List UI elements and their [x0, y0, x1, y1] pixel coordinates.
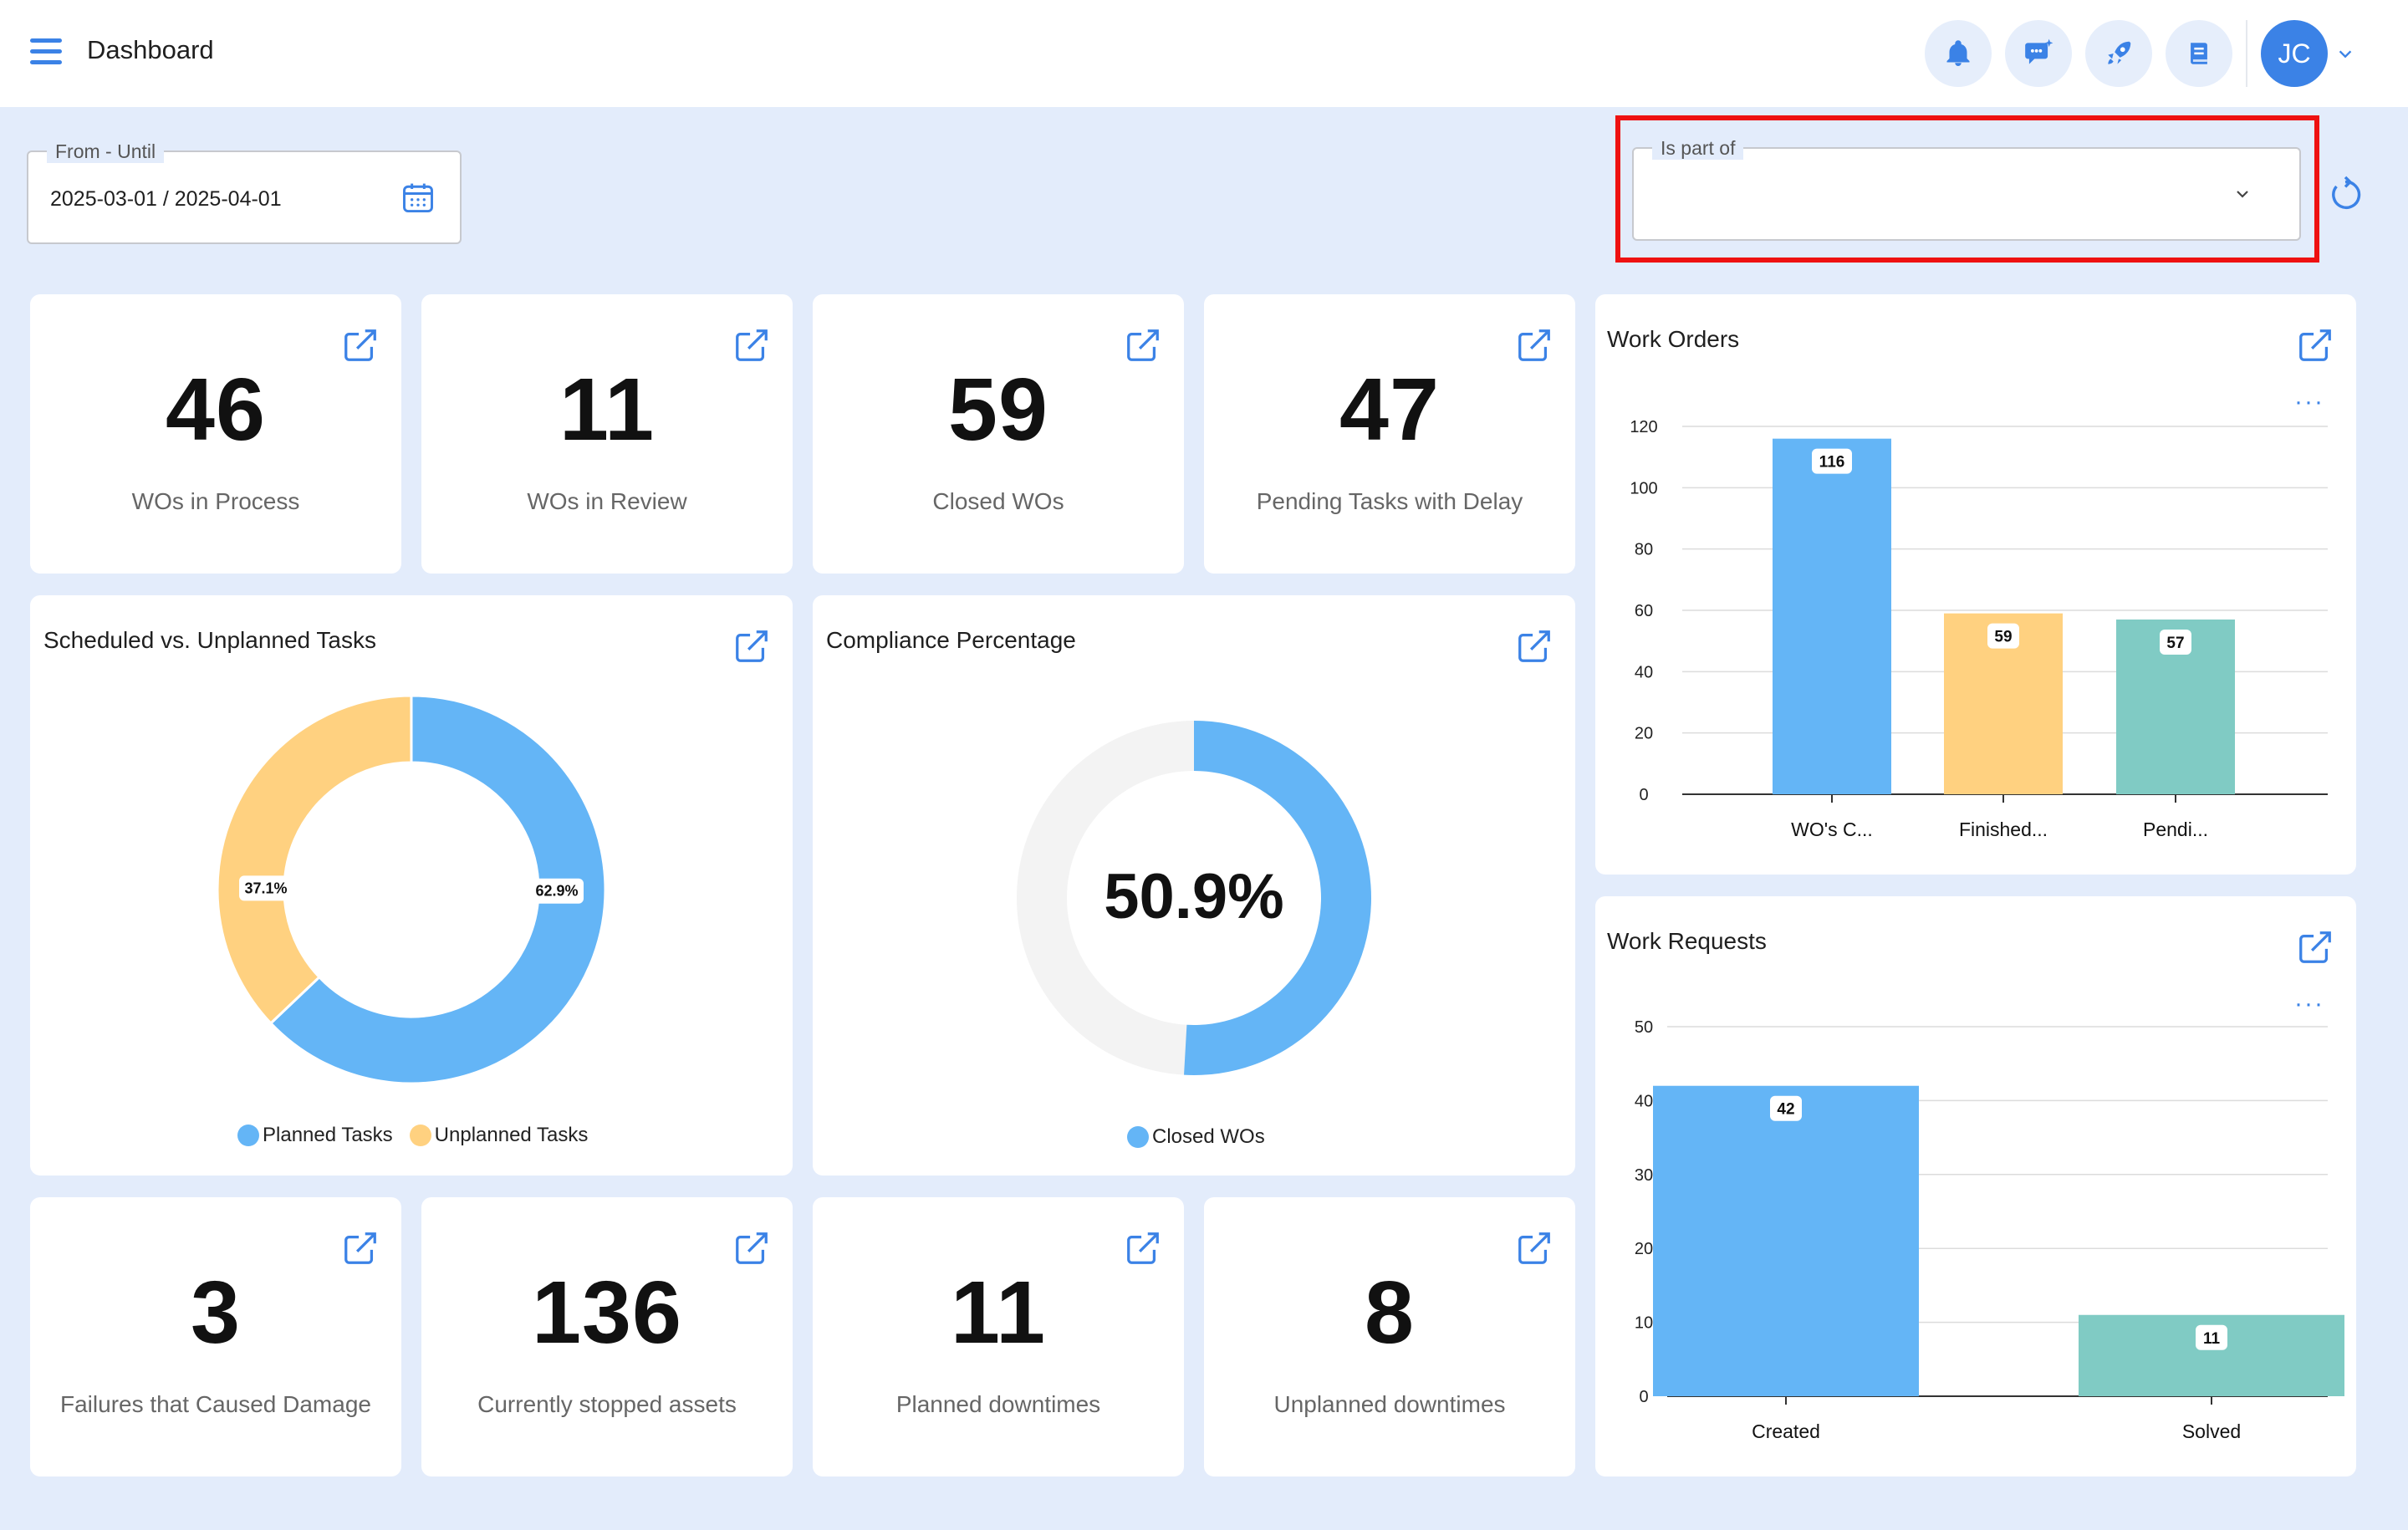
kpi-card-pending-tasks[interactable]: 47 Pending Tasks with Delay	[1204, 294, 1575, 574]
x-tick-label: Created	[1752, 1420, 1820, 1442]
kpi-label: Failures that Caused Damage	[60, 1391, 371, 1417]
kpi-label: Pending Tasks with Delay	[1256, 488, 1523, 514]
chevron-down-icon[interactable]	[2336, 45, 2354, 64]
date-range-value[interactable]: 2025-03-01 / 2025-04-01	[50, 187, 282, 212]
y-tick-label: 0	[1639, 1388, 1648, 1406]
kpi-card-wos-in-process[interactable]: 46 WOs in Process	[30, 294, 401, 574]
data-label-planned: 62.9%	[529, 878, 584, 904]
kpi-value: 3	[191, 1263, 241, 1362]
part-of-label: Is part of	[1652, 137, 1744, 160]
compliance-donut-chart: 50.9%	[1016, 721, 1371, 1075]
x-tick-label: Finished...	[1959, 819, 2048, 840]
kpi-value: 11	[559, 360, 656, 459]
legend-dot-planned	[237, 1125, 259, 1146]
work-orders-card: Work Orders ··· 0 20 40 60 80 100 120 116 WO's C…	[1595, 294, 2356, 875]
kpi-card-closed-wos[interactable]: 59 Closed WOs	[813, 294, 1184, 574]
kpi-value: 46	[166, 360, 266, 459]
data-label: 116	[1819, 454, 1845, 472]
legend-label-unplanned[interactable]: Unplanned Tasks	[435, 1124, 589, 1147]
y-tick-label: 20	[1635, 725, 1653, 743]
notifications-button[interactable]	[1925, 20, 1992, 87]
bar-1[interactable]	[1773, 438, 1891, 794]
date-range-label: From - Until	[47, 140, 165, 163]
compliance-card: Compliance Percentage 50.9% Closed WOs	[813, 595, 1575, 1176]
y-tick-label: 30	[1635, 1166, 1653, 1185]
date-range-field[interactable]: From - Until 2025-03-01 / 2025-04-01	[27, 140, 462, 244]
y-tick-label: 40	[1635, 663, 1653, 681]
page-title: Dashboard	[87, 35, 214, 64]
y-tick-label: 120	[1630, 418, 1657, 436]
kpi-card-planned-downtimes[interactable]: 11 Planned downtimes	[813, 1197, 1184, 1476]
data-label-planned-text: 62.9%	[535, 883, 578, 900]
work-orders-bar-chart: 0 20 40 60 80 100 120 116 WO's C... 59 Finished...…	[1630, 418, 2328, 840]
x-tick-label: WO's C...	[1791, 819, 1873, 840]
data-label: 42	[1777, 1101, 1794, 1119]
kpi-value: 47	[1339, 360, 1440, 459]
avatar-initials: JC	[2278, 38, 2311, 69]
chat-ai-button[interactable]	[2005, 20, 2072, 87]
kpi-label: WOs in Review	[527, 488, 687, 514]
bell-icon	[1946, 40, 1970, 66]
kpi-value: 59	[948, 360, 1048, 459]
kpi-card-stopped-assets[interactable]: 136 Currently stopped assets	[421, 1197, 793, 1476]
work-requests-card: Work Requests ··· 0 10 20 30 40 50 42 Created 11…	[1595, 896, 2356, 1476]
chart-legend: Planned Tasks Unplanned Tasks	[237, 1124, 588, 1147]
y-tick-label: 80	[1635, 541, 1653, 559]
kpi-label: WOs in Process	[131, 488, 300, 514]
x-tick-label: Solved	[2182, 1420, 2241, 1442]
legend-dot-closed	[1127, 1126, 1149, 1148]
refresh-icon[interactable]	[2326, 174, 2365, 216]
y-tick-label: 10	[1635, 1314, 1653, 1333]
y-tick-label: 100	[1630, 479, 1657, 497]
book-icon	[2191, 43, 2207, 64]
kpi-value: 11	[950, 1263, 1047, 1362]
kpi-card-failures-damage[interactable]: 3 Failures that Caused Damage	[30, 1197, 401, 1476]
y-tick-label: 60	[1635, 602, 1653, 620]
y-tick-label: 20	[1635, 1240, 1653, 1258]
donut-slice-unplanned[interactable]	[216, 694, 413, 1025]
data-label: 57	[2166, 635, 2184, 652]
data-label: 11	[2203, 1330, 2221, 1348]
docs-button[interactable]	[2166, 20, 2232, 87]
y-tick-label: 0	[1639, 786, 1648, 804]
kpi-card-unplanned-downtimes[interactable]: 8 Unplanned downtimes	[1204, 1197, 1575, 1476]
part-of-select[interactable]: Is part of	[1632, 137, 2301, 241]
kpi-card-wos-in-review[interactable]: 11 WOs in Review	[421, 294, 793, 574]
rocket-icon	[2108, 41, 2131, 64]
data-label-unplanned-text: 37.1%	[244, 880, 287, 896]
top-bar: Dashboard JC	[0, 0, 2408, 107]
calendar-icon[interactable]	[400, 179, 436, 217]
work-requests-bar-chart: 0 10 20 30 40 50 42 Created 11 Solved	[1635, 1018, 2344, 1442]
avatar[interactable]: JC	[2261, 20, 2328, 87]
kpi-label: Closed WOs	[932, 488, 1064, 514]
scheduled-donut-chart: 62.9% 37.1%	[216, 694, 607, 1085]
chart-legend: Closed WOs	[1127, 1125, 1265, 1149]
kpi-label: Unplanned downtimes	[1273, 1391, 1506, 1417]
y-tick-label: 40	[1635, 1092, 1653, 1110]
divider	[2246, 20, 2247, 87]
chat-sparkle-icon	[2025, 38, 2053, 64]
bar-1[interactable]	[1653, 1085, 1919, 1396]
legend-label-planned[interactable]: Planned Tasks	[263, 1124, 393, 1147]
chevron-down-icon[interactable]	[2232, 184, 2252, 204]
y-tick-label: 50	[1635, 1018, 1653, 1037]
scheduled-vs-unplanned-card: Scheduled vs. Unplanned Tasks 62.9% 37.1…	[30, 595, 793, 1176]
kpi-value: 8	[1365, 1263, 1415, 1362]
legend-dot-unplanned	[409, 1125, 431, 1146]
data-label: 59	[1994, 629, 2012, 646]
x-tick-label: Pendi...	[2143, 819, 2208, 840]
kpi-label: Currently stopped assets	[477, 1391, 737, 1417]
legend-label-closed[interactable]: Closed WOs	[1152, 1125, 1265, 1149]
data-label-unplanned: 37.1%	[239, 875, 293, 901]
compliance-value: 50.9%	[1104, 861, 1284, 932]
kpi-label: Planned downtimes	[895, 1391, 1101, 1417]
kpi-value: 136	[532, 1263, 682, 1362]
launch-button[interactable]	[2085, 20, 2152, 87]
menu-icon[interactable]	[30, 38, 62, 67]
